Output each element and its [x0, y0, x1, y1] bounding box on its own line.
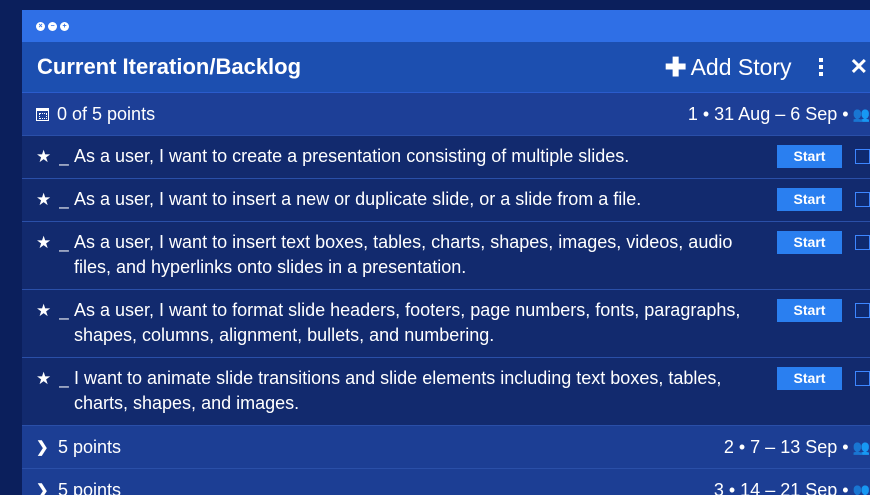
window-titlebar: × − + [22, 10, 870, 42]
story-prefix: _ [59, 190, 69, 209]
users-icon[interactable]: 👥 [853, 482, 870, 495]
start-button[interactable]: Start [777, 367, 842, 390]
iteration-info: 2 • 7 – 13 Sep • [723, 436, 849, 457]
story-list: ★ _ As a user, I want to create a presen… [22, 136, 870, 426]
story-text: As a user, I want to create a presentati… [74, 146, 630, 166]
star-icon[interactable]: ★ [36, 301, 54, 321]
story-row[interactable]: ★ _ As a user, I want to format slide he… [22, 290, 870, 358]
calendar-icon [36, 107, 49, 121]
story-row[interactable]: ★ _ As a user, I want to create a presen… [22, 136, 870, 179]
iteration-row[interactable]: ❯ 5 points 3 • 14 – 21 Sep • 👥 [22, 469, 870, 495]
story-prefix: _ [59, 233, 69, 252]
plus-icon: ✚ [664, 52, 687, 82]
add-story-button[interactable]: ✚ Add Story [665, 54, 792, 81]
maximize-window-icon[interactable]: + [60, 21, 69, 31]
iteration-info: 1 • 31 Aug – 6 Sep • [687, 103, 849, 124]
iteration-info: 3 • 14 – 21 Sep • [713, 479, 849, 495]
story-checkbox[interactable] [855, 303, 870, 318]
iteration-points: 5 points [58, 479, 122, 495]
story-text: As a user, I want to insert text boxes, … [74, 232, 733, 277]
backlog-window: × − + Current Iteration/Backlog ✚ Add St… [22, 10, 870, 495]
story-text: I want to animate slide transitions and … [74, 368, 722, 413]
story-checkbox[interactable] [855, 192, 870, 207]
iteration-points: 0 of 5 points [57, 103, 156, 124]
iteration-row[interactable]: ❯ 5 points 2 • 7 – 13 Sep • 👥 [22, 426, 870, 469]
users-icon[interactable]: 👥 [853, 106, 870, 123]
star-icon[interactable]: ★ [36, 233, 54, 253]
start-button[interactable]: Start [777, 231, 842, 254]
minimize-window-icon[interactable]: − [48, 21, 57, 31]
iteration-points: 5 points [58, 436, 122, 457]
story-row[interactable]: ★ _ I want to animate slide transitions … [22, 358, 870, 426]
close-panel-icon[interactable]: ✕ [850, 54, 868, 80]
close-window-icon[interactable]: × [36, 21, 45, 31]
star-icon[interactable]: ★ [36, 190, 54, 210]
story-row[interactable]: ★ _ As a user, I want to insert text box… [22, 222, 870, 290]
story-checkbox[interactable] [855, 371, 870, 386]
chevron-right-icon[interactable]: ❯ [36, 481, 50, 495]
story-checkbox[interactable] [855, 149, 870, 164]
star-icon[interactable]: ★ [36, 147, 54, 167]
more-options-icon[interactable] [814, 58, 828, 76]
start-button[interactable]: Start [777, 299, 842, 322]
panel-title: Current Iteration/Backlog [37, 54, 302, 79]
star-icon[interactable]: ★ [36, 369, 54, 389]
start-button[interactable]: Start [777, 188, 842, 211]
add-story-label: Add Story [690, 53, 792, 80]
chevron-right-icon[interactable]: ❯ [36, 438, 50, 456]
panel-header: Current Iteration/Backlog ✚ Add Story ✕ [22, 42, 870, 93]
story-prefix: _ [59, 369, 69, 388]
start-button[interactable]: Start [777, 145, 842, 168]
users-icon[interactable]: 👥 [853, 439, 870, 456]
story-row[interactable]: ★ _ As a user, I want to insert a new or… [22, 179, 870, 222]
story-text: As a user, I want to insert a new or dup… [74, 189, 642, 209]
story-checkbox[interactable] [855, 235, 870, 250]
story-prefix: _ [59, 301, 69, 320]
story-text: As a user, I want to format slide header… [74, 300, 741, 345]
current-iteration-header[interactable]: 0 of 5 points 1 • 31 Aug – 6 Sep • 👥 [22, 93, 870, 136]
story-prefix: _ [59, 147, 69, 166]
